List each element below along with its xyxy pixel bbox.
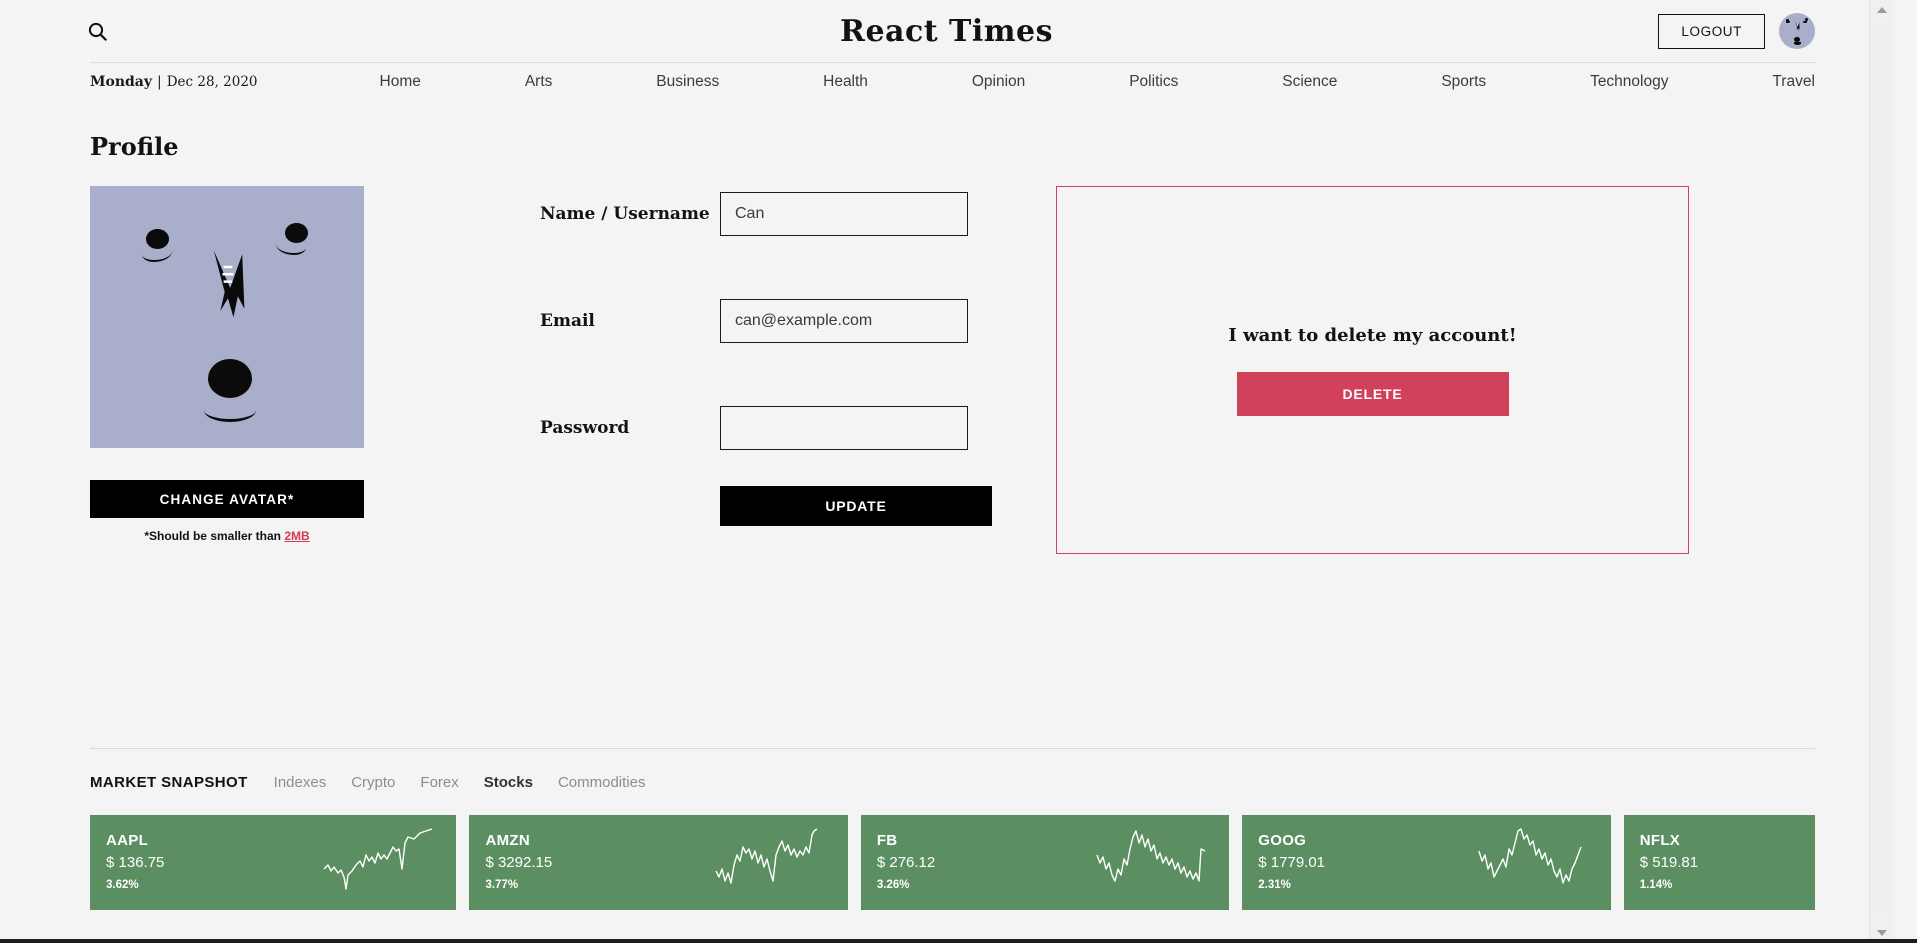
stock-change: 1.14% <box>1639 879 1673 891</box>
stock-card-aapl[interactable]: AAPL $ 136.75 3.62% <box>90 815 457 910</box>
current-date: Monday | Dec 28, 2020 <box>90 74 258 90</box>
vertical-scrollbar[interactable] <box>1869 0 1893 943</box>
stock-card-goog[interactable]: GOOG $ 1779.01 2.31% <box>1242 815 1611 910</box>
email-input[interactable] <box>720 299 968 343</box>
market-tab-commodities[interactable]: Commodities <box>558 774 646 791</box>
logout-button[interactable]: LOGOUT <box>1658 13 1765 49</box>
market-tab-indexes[interactable]: Indexes <box>274 774 327 791</box>
name-input[interactable] <box>720 192 968 236</box>
sparkline-chart <box>1477 825 1597 899</box>
nav-item-health[interactable]: Health <box>823 73 868 91</box>
email-label: Email <box>540 311 595 331</box>
avatar[interactable] <box>1779 13 1815 49</box>
avatar-brow-right-icon <box>276 237 307 256</box>
stock-symbol: NFLX <box>1639 832 1681 849</box>
profile-form: Name / Username Email Password UPDATE <box>540 186 992 554</box>
market-tab-stocks[interactable]: Stocks <box>484 774 533 791</box>
search-icon[interactable] <box>80 14 114 48</box>
avatar-nose-icon <box>1793 21 1802 33</box>
market-snapshot: MARKET SNAPSHOT Indexes Crypto Forex Sto… <box>90 748 1815 910</box>
name-label: Name / Username <box>540 204 710 224</box>
market-header: MARKET SNAPSHOT Indexes Crypto Forex Sto… <box>90 774 1815 791</box>
date-weekday: Monday <box>90 73 153 90</box>
sparkline-chart <box>714 825 834 899</box>
update-button[interactable]: UPDATE <box>720 486 992 526</box>
scrollbar-thumb[interactable] <box>1872 22 1892 912</box>
nav-item-technology[interactable]: Technology <box>1590 73 1668 91</box>
masthead: React Times LOGOUT <box>0 0 1893 62</box>
avatar-size-link[interactable]: 2MB <box>284 529 309 543</box>
header-actions: LOGOUT <box>1658 13 1815 49</box>
date-separator: | <box>157 73 162 90</box>
delete-account-button[interactable]: DELETE <box>1236 371 1509 416</box>
avatar-column: CHANGE AVATAR* *Should be smaller than 2… <box>90 186 364 554</box>
sparkline-chart <box>1095 825 1215 899</box>
nav-item-politics[interactable]: Politics <box>1129 73 1178 91</box>
form-row-name: Name / Username <box>540 186 968 242</box>
nav-item-sports[interactable]: Sports <box>1441 73 1486 91</box>
avatar-brow-left-icon <box>1785 21 1790 24</box>
avatar-note-text: *Should be smaller than <box>144 529 285 543</box>
form-row-password: Password <box>540 400 968 456</box>
date-value: Dec 28, 2020 <box>166 73 258 90</box>
stock-price: $ 519.81 <box>1639 854 1699 872</box>
profile-avatar-image <box>90 186 364 448</box>
window-bottom-edge <box>0 939 1917 943</box>
nav-item-business[interactable]: Business <box>656 73 719 91</box>
market-snapshot-title: MARKET SNAPSHOT <box>90 774 248 791</box>
nav-item-arts[interactable]: Arts <box>525 73 553 91</box>
section-divider <box>90 748 1815 749</box>
main-nav: Monday | Dec 28, 2020 Home Arts Business… <box>90 62 1815 100</box>
nav-item-opinion[interactable]: Opinion <box>972 73 1025 91</box>
nav-item-science[interactable]: Science <box>1282 73 1337 91</box>
sparkline-chart <box>322 825 442 899</box>
stock-card-nflx[interactable]: NFLX $ 519.81 1.14% <box>1623 815 1815 910</box>
delete-account-panel: I want to delete my account! DELETE <box>1056 186 1689 554</box>
avatar-brow-left-icon <box>142 244 173 262</box>
avatar-brow-right-icon <box>1803 20 1808 23</box>
market-tab-crypto[interactable]: Crypto <box>351 774 395 791</box>
nav-item-travel[interactable]: Travel <box>1772 73 1815 91</box>
market-tabs: Indexes Crypto Forex Stocks Commodities <box>274 774 646 791</box>
search-glyph <box>88 22 107 41</box>
password-label: Password <box>540 418 630 438</box>
avatar-nose-icon <box>194 246 260 330</box>
brand-logo: React Times <box>840 13 1053 49</box>
scroll-up-arrow-icon[interactable] <box>1870 0 1893 20</box>
profile-section: CHANGE AVATAR* *Should be smaller than 2… <box>90 186 1893 554</box>
nav-item-home[interactable]: Home <box>380 73 421 91</box>
app-root: React Times LOGOUT Monday | Dec 28, 2020… <box>0 0 1893 943</box>
change-avatar-button[interactable]: CHANGE AVATAR* <box>90 480 364 518</box>
form-actions: UPDATE <box>720 486 992 526</box>
stock-cards: AAPL $ 136.75 3.62% AMZN $ 3292.15 3.77% <box>90 815 1815 910</box>
avatar-artwork-large <box>90 186 364 448</box>
nav-links: Home Arts Business Health Opinion Politi… <box>380 73 1815 91</box>
avatar-chin-icon <box>1793 42 1801 46</box>
stock-card-amzn[interactable]: AMZN $ 3292.15 3.77% <box>469 815 848 910</box>
form-row-email: Email <box>540 293 968 349</box>
avatar-mouth-icon <box>207 358 252 399</box>
delete-account-heading: I want to delete my account! <box>1228 324 1517 346</box>
avatar-size-note: *Should be smaller than 2MB <box>90 529 364 543</box>
avatar-chin-icon <box>203 398 256 422</box>
market-tab-forex[interactable]: Forex <box>420 774 458 791</box>
stock-card-fb[interactable]: FB $ 276.12 3.26% <box>860 815 1230 910</box>
password-input[interactable] <box>720 406 968 450</box>
page-title: Profile <box>90 132 179 161</box>
avatar-artwork <box>1779 13 1815 49</box>
